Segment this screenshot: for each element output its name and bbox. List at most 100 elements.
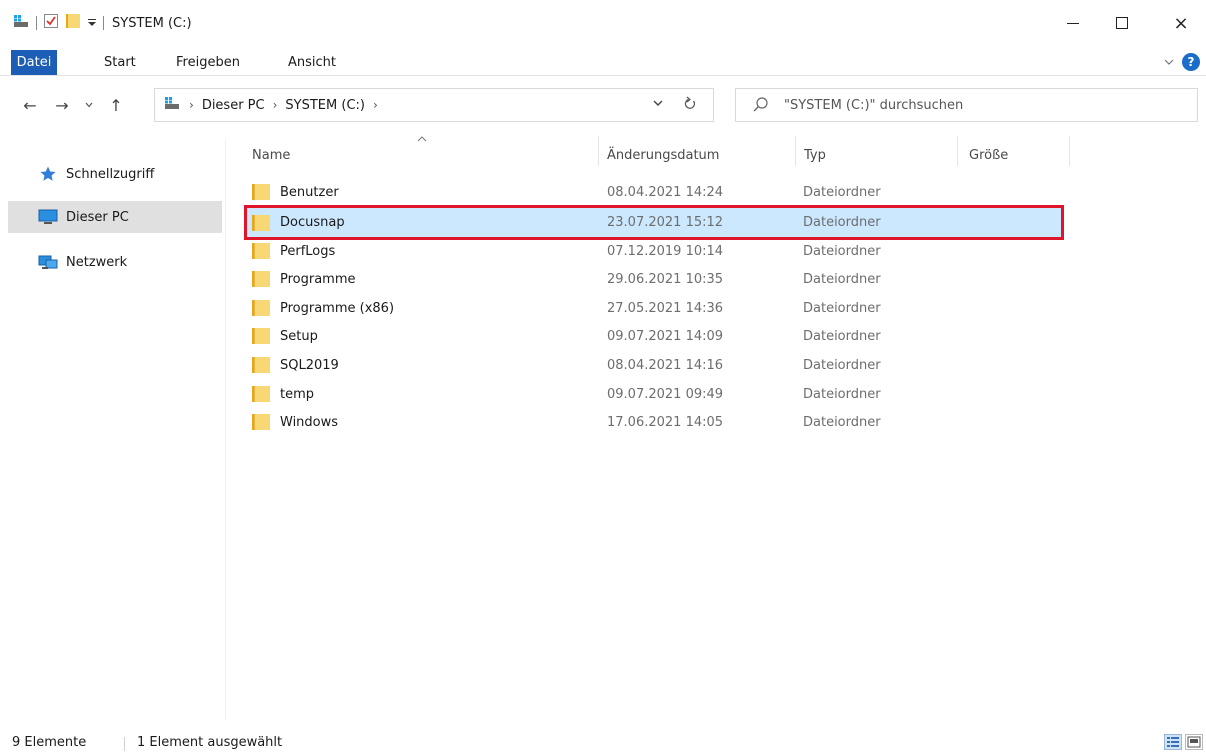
- forward-button[interactable]: →: [50, 92, 74, 118]
- tab-start[interactable]: Start: [104, 50, 136, 75]
- column-header-name[interactable]: Name: [252, 136, 290, 174]
- table-row[interactable]: PerfLogs 07.12.2019 10:14 Dateiordner: [244, 237, 1064, 265]
- file-date: 07.12.2019 10:14: [607, 243, 724, 259]
- file-name: Docusnap: [280, 215, 345, 230]
- file-date: 27.05.2021 14:36: [607, 300, 724, 316]
- title-bar: SYSTEM (C:) ×: [0, 0, 1206, 46]
- close-icon: ×: [1173, 12, 1189, 34]
- up-arrow-icon: ↑: [109, 95, 123, 115]
- search-input[interactable]: [784, 97, 1164, 113]
- file-date: 29.06.2021 10:35: [607, 271, 724, 287]
- folder-icon: [252, 328, 270, 344]
- table-row-selected[interactable]: Docusnap 23.07.2021 15:12 Dateiordner: [244, 205, 1064, 240]
- table-row[interactable]: Programme (x86) 27.05.2021 14:36 Dateior…: [244, 294, 1064, 322]
- quick-access-toolbar: SYSTEM (C:): [12, 12, 192, 34]
- file-type: Dateiordner: [803, 271, 881, 287]
- expand-ribbon-icon[interactable]: [1164, 55, 1174, 70]
- back-button[interactable]: ←: [18, 92, 42, 118]
- minimize-button[interactable]: [1058, 10, 1088, 36]
- toolbar-divider: [36, 16, 37, 30]
- table-row[interactable]: SQL2019 08.04.2021 14:16 Dateiordner: [244, 351, 1064, 379]
- ribbon-controls: ?: [1164, 53, 1200, 71]
- drive-icon[interactable]: [12, 13, 30, 33]
- file-type: Dateiordner: [803, 357, 881, 373]
- window-title: SYSTEM (C:): [112, 15, 192, 31]
- file-date: 08.04.2021 14:24: [607, 184, 724, 200]
- tab-share[interactable]: Freigeben: [176, 50, 240, 75]
- address-history-button[interactable]: [653, 97, 663, 110]
- large-icons-view-button[interactable]: [1185, 734, 1203, 750]
- file-name: SQL2019: [280, 357, 339, 373]
- sidebar-item-network[interactable]: Netzwerk: [8, 246, 222, 278]
- table-row[interactable]: temp 09.07.2021 09:49 Dateiordner: [244, 380, 1064, 408]
- breadcrumb-item-system-c[interactable]: SYSTEM (C:): [285, 98, 365, 113]
- large-icons-view-icon: [1187, 736, 1201, 748]
- column-header-size[interactable]: Größe: [969, 136, 1008, 174]
- column-header-date[interactable]: Änderungsdatum: [607, 136, 719, 174]
- column-divider[interactable]: [795, 136, 796, 166]
- file-date: 23.07.2021 15:12: [607, 215, 724, 230]
- status-bar: 9 Elemente 1 Element ausgewählt: [0, 733, 1206, 753]
- file-type: Dateiordner: [803, 243, 881, 259]
- sidebar-item-label: Netzwerk: [66, 254, 128, 270]
- breadcrumb-item-this-pc[interactable]: Dieser PC: [202, 98, 265, 113]
- table-row[interactable]: Programme 29.06.2021 10:35 Dateiordner: [244, 265, 1064, 293]
- column-header-type[interactable]: Typ: [804, 136, 826, 174]
- table-row[interactable]: Windows 17.06.2021 14:05 Dateiordner: [244, 408, 1064, 436]
- details-view-button[interactable]: [1164, 734, 1182, 750]
- navigation-pane: Schnellzugriff Dieser PC Netzwerk: [0, 140, 226, 720]
- search-box[interactable]: [735, 88, 1198, 122]
- help-icon[interactable]: ?: [1182, 53, 1200, 71]
- sort-ascending-icon: [417, 132, 427, 145]
- network-icon: [38, 253, 58, 271]
- file-date: 09.07.2021 14:09: [607, 328, 724, 344]
- up-button[interactable]: ↑: [104, 92, 128, 118]
- file-type: Dateiordner: [803, 414, 881, 430]
- close-button[interactable]: ×: [1166, 10, 1196, 36]
- file-date: 08.04.2021 14:16: [607, 357, 724, 373]
- folder-icon: [252, 300, 270, 316]
- address-bar[interactable]: › Dieser PC › SYSTEM (C:) ›: [154, 88, 714, 122]
- new-folder-icon[interactable]: [65, 13, 81, 33]
- file-type: Dateiordner: [803, 184, 881, 200]
- forward-arrow-icon: →: [55, 95, 69, 115]
- star-icon: [38, 165, 58, 183]
- status-divider: [124, 737, 125, 751]
- recent-locations-button[interactable]: [80, 92, 98, 118]
- file-name: temp: [280, 386, 315, 402]
- sidebar-item-this-pc[interactable]: Dieser PC: [8, 201, 222, 233]
- folder-icon: [252, 271, 270, 287]
- maximize-icon: [1116, 17, 1128, 29]
- tab-view[interactable]: Ansicht: [288, 50, 336, 75]
- chevron-down-icon: [85, 102, 93, 108]
- file-name: Windows: [280, 414, 339, 430]
- breadcrumb-separator[interactable]: ›: [373, 98, 378, 112]
- chevron-down-icon: [653, 100, 663, 106]
- column-divider[interactable]: [957, 136, 958, 166]
- table-row[interactable]: Setup 09.07.2021 14:09 Dateiordner: [244, 322, 1064, 350]
- search-icon: [753, 97, 768, 112]
- sidebar-item-label: Dieser PC: [66, 209, 129, 225]
- customize-toolbar-icon[interactable]: [87, 17, 97, 30]
- column-divider[interactable]: [598, 136, 599, 166]
- tab-file[interactable]: Datei: [11, 50, 57, 75]
- selection-count: 1 Element ausgewählt: [137, 735, 283, 750]
- folder-icon: [252, 243, 270, 259]
- maximize-button[interactable]: [1107, 10, 1137, 36]
- sidebar-item-quick-access[interactable]: Schnellzugriff: [8, 158, 222, 190]
- file-type: Dateiordner: [803, 215, 881, 230]
- properties-icon[interactable]: [43, 13, 59, 33]
- breadcrumb-separator[interactable]: ›: [189, 98, 194, 112]
- table-row[interactable]: Benutzer 08.04.2021 14:24 Dateiordner: [244, 178, 1064, 206]
- breadcrumb-separator[interactable]: ›: [273, 98, 278, 112]
- file-name: PerfLogs: [280, 243, 336, 259]
- folder-icon: [252, 386, 270, 402]
- refresh-button[interactable]: [683, 95, 697, 115]
- sidebar-item-label: Schnellzugriff: [66, 166, 155, 182]
- back-arrow-icon: ←: [23, 95, 37, 115]
- file-name: Programme (x86): [280, 300, 395, 316]
- details-view-icon: [1167, 737, 1179, 747]
- ribbon-tabs: Datei Start Freigeben Ansicht ?: [0, 50, 1206, 76]
- item-count: 9 Elemente: [12, 735, 87, 750]
- column-divider[interactable]: [1069, 136, 1070, 166]
